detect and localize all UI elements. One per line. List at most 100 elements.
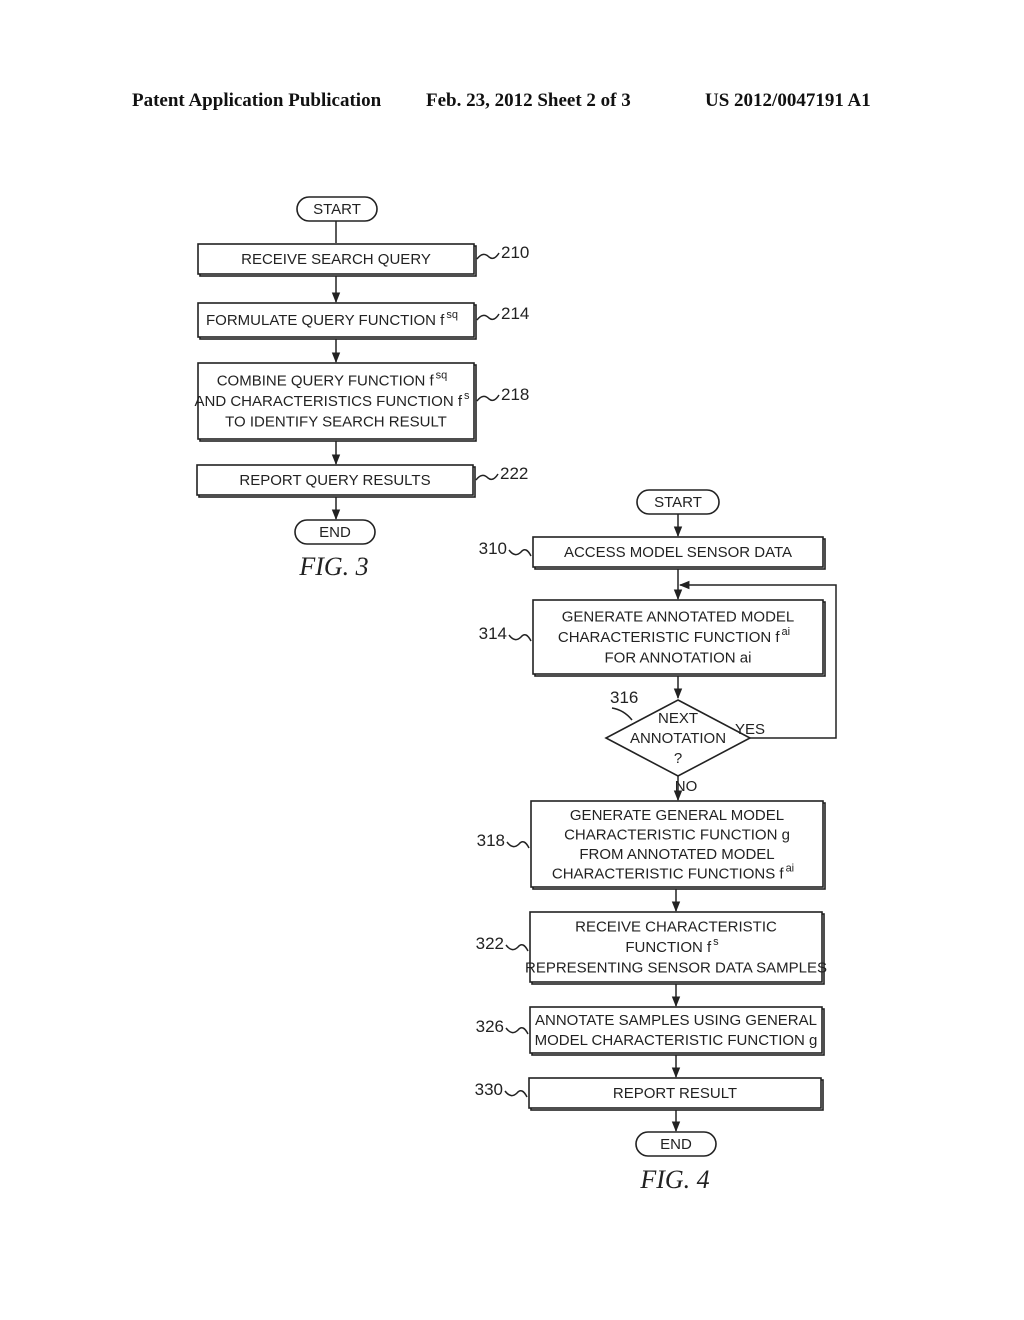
decision-leader-line (611, 707, 633, 721)
fig4-step-326-line: ANNOTATE SAMPLES USING GENERAL (535, 1012, 817, 1029)
fig3-step-218-line: COMBINE QUERY FUNCTION f sq (217, 370, 448, 390)
yes-branch-label: YES (735, 721, 765, 738)
fig4-step-318-line-text: GENERATE GENERAL MODEL (570, 807, 784, 824)
fig4-step-310: ACCESS MODEL SENSOR DATA (532, 536, 826, 570)
no-branch-label: NO (675, 778, 698, 795)
fig4-step-318: GENERATE GENERAL MODEL CHARACTERISTIC FUN… (530, 800, 826, 890)
fig4-step-310-line: ACCESS MODEL SENSOR DATA (564, 544, 792, 561)
fig4-decision-316: NEXT ANNOTATION? (604, 699, 752, 777)
reference-numeral: 322 (476, 934, 504, 953)
fig4-step-318-line-superscript: ai (786, 862, 795, 874)
decision-reference-numeral: 316 (610, 688, 638, 707)
fig3-start-terminal-label: START (313, 201, 361, 218)
fig4-step-326-line-text: ANNOTATE SAMPLES USING GENERAL (535, 1012, 817, 1029)
fig4-step-322-line: REPRESENTING SENSOR DATA SAMPLES (525, 960, 827, 977)
leader-line (505, 944, 529, 952)
fig3-step-214-line-text: FORMULATE QUERY FUNCTION f (206, 312, 445, 329)
fig4-step-330-line: REPORT RESULT (613, 1085, 737, 1102)
reference-numeral: 218 (501, 385, 529, 404)
fig4-step-318-line: FROM ANNOTATED MODEL (579, 846, 774, 863)
fig4-step-314-line-text: GENERATE ANNOTATED MODEL (562, 609, 795, 626)
fig3-caption: FIG. 3 (298, 552, 368, 581)
fig4-step-322-line: FUNCTION fs (625, 936, 719, 956)
reference-numeral: 222 (500, 464, 528, 483)
leader-line (508, 549, 532, 557)
fig4-step-330: REPORT RESULT (528, 1077, 824, 1111)
fig4-step-326-line: MODEL CHARACTERISTIC FUNCTION g (535, 1032, 818, 1049)
fig4-step-318-line-text: CHARACTERISTIC FUNCTIONS f (552, 865, 785, 882)
leader-line (476, 252, 500, 260)
fig4-step-322-line-text: RECEIVE CHARACTERISTIC (575, 919, 777, 936)
fig4-step-314-line-text: CHARACTERISTIC FUNCTION f (558, 629, 781, 646)
fig3-step-218-line: TO IDENTIFY SEARCH RESULT (225, 414, 447, 431)
fig3-step-210-reference: 210 (476, 243, 529, 262)
fig4-step-322-line-text: FUNCTION f (625, 939, 712, 956)
fig4-start-terminal-label: START (654, 494, 702, 511)
leader-line (508, 634, 532, 642)
fig3-end-terminal-label: END (319, 524, 351, 541)
fig3-step-210-line-text: RECEIVE SEARCH QUERY (241, 251, 431, 268)
fig4-step-322-line-superscript: s (713, 936, 719, 948)
fig4-step-318-line-text: FROM ANNOTATED MODEL (579, 846, 774, 863)
fig4-step-314-line: GENERATE ANNOTATED MODEL (562, 609, 795, 626)
fig4-step-314-line: FOR ANNOTATION ai (605, 650, 752, 667)
fig3-step-214-line-superscript: sq (446, 309, 458, 321)
reference-numeral: 318 (477, 831, 505, 850)
leader-line (505, 1027, 529, 1035)
fig4-step-318-line: CHARACTERISTIC FUNCTION g (564, 826, 790, 843)
fig4-step-314-line-text: FOR ANNOTATION ai (605, 650, 752, 667)
fig4-step-314: GENERATE ANNOTATED MODELCHARACTERISTIC F… (532, 599, 826, 677)
reference-numeral: 210 (501, 243, 529, 262)
fig3-start-terminal: START (296, 196, 378, 222)
fig4-step-310-reference: 310 (479, 539, 532, 558)
fig3-step-218-line-text: COMBINE QUERY FUNCTION f (217, 373, 435, 390)
reference-numeral: 330 (475, 1080, 503, 1099)
fig3-step-214-reference: 214 (476, 304, 529, 323)
fig3-step-214-line: FORMULATE QUERY FUNCTION f sq (206, 309, 458, 329)
fig3-step-210-line: RECEIVE SEARCH QUERY (241, 251, 431, 268)
fig3-step-222-line: REPORT QUERY RESULTS (239, 472, 430, 489)
fig4-step-314-reference: 314 (479, 624, 532, 643)
decision-label-line: ? (674, 750, 682, 767)
fig4-step-318-line-text: CHARACTERISTIC FUNCTION g (564, 826, 790, 843)
fig4-step-310-line-text: ACCESS MODEL SENSOR DATA (564, 544, 792, 561)
fig4-caption: FIG. 4 (639, 1165, 709, 1194)
fig3-step-222-reference: 222 (475, 464, 528, 483)
fig3-step-214: FORMULATE QUERY FUNCTION f sq (197, 302, 477, 340)
reference-numeral: 214 (501, 304, 529, 323)
fig3-step-218-line: AND CHARACTERISTICS FUNCTION fs (194, 390, 470, 410)
leader-line (476, 313, 500, 321)
fig3-end-terminal: END (294, 519, 376, 545)
fig4-start-terminal: START (636, 489, 720, 515)
leader-line (476, 394, 500, 402)
fig4-step-318-line: CHARACTERISTIC FUNCTIONS f ai (552, 862, 794, 882)
flowchart-canvas: START RECEIVE SEARCH QUERY 210 FORMULATE QU… (194, 196, 837, 1194)
fig3-step-218-reference: 218 (476, 385, 529, 404)
fig4-step-314-line: CHARACTERISTIC FUNCTION f ai (558, 626, 790, 646)
fig4-step-318-line: GENERATE GENERAL MODEL (570, 807, 784, 824)
fig4-step-322-line-text: REPRESENTING SENSOR DATA SAMPLES (525, 960, 827, 977)
fig4-step-322: RECEIVE CHARACTERISTICFUNCTION f sREPRESE… (525, 911, 827, 985)
fig3-step-222: REPORT QUERY RESULTS (196, 464, 476, 498)
decision-label-line: NEXT (658, 710, 698, 727)
fig4-step-326-reference: 326 (476, 1017, 529, 1036)
fig3-step-218-line-superscript: sq (436, 370, 448, 382)
fig4-step-330-reference: 330 (475, 1080, 528, 1099)
fig4-step-326: ANNOTATE SAMPLES USING GENERAL MODEL CHAR… (529, 1006, 825, 1056)
reference-numeral: 326 (476, 1017, 504, 1036)
fig4-step-322-line: RECEIVE CHARACTERISTIC (575, 919, 777, 936)
reference-numeral: 310 (479, 539, 507, 558)
reference-numeral: 314 (479, 624, 507, 643)
fig4-end-terminal-label: END (660, 1136, 692, 1153)
fig4-step-322-reference: 322 (476, 934, 529, 953)
leader-line (506, 841, 530, 849)
leader-line (475, 473, 499, 481)
fig3-step-222-line-text: REPORT QUERY RESULTS (239, 472, 430, 489)
fig4-step-326-line-text: MODEL CHARACTERISTIC FUNCTION g (535, 1032, 818, 1049)
fig3-step-218: COMBINE QUERY FUNCTION f sqAND CHARACTERI… (194, 362, 477, 442)
fig3-step-218-line-text: TO IDENTIFY SEARCH RESULT (225, 414, 447, 431)
fig3-step-218-line-superscript: s (464, 390, 470, 402)
fig4-step-318-reference: 318 (477, 831, 530, 850)
fig4-step-330-line-text: REPORT RESULT (613, 1085, 737, 1102)
fig3-step-218-line-text: AND CHARACTERISTICS FUNCTION f (194, 393, 462, 410)
